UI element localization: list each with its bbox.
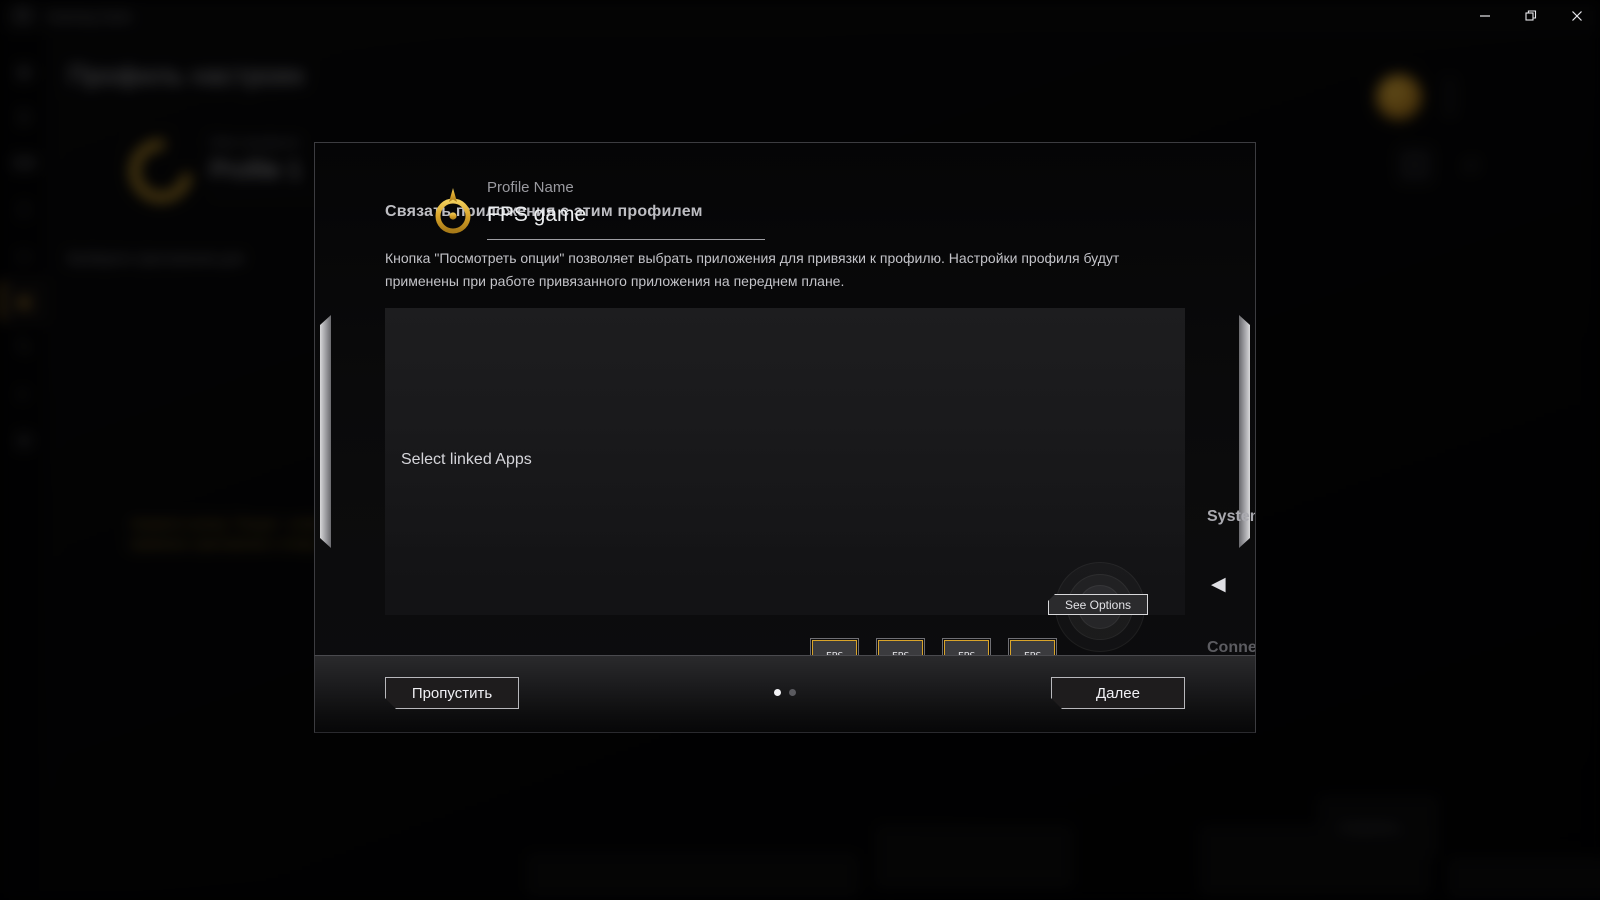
accent-bar-left	[320, 315, 331, 548]
modal-description: Кнопка "Посмотреть опции" позволяет выбр…	[385, 250, 1120, 289]
close-icon[interactable]	[1554, 0, 1600, 32]
modal-footer: Пропустить Далее	[314, 655, 1256, 733]
select-linked-apps-label: Select linked Apps	[401, 451, 532, 468]
pagination-dot-2[interactable]	[789, 689, 796, 696]
system-configuration-heading: System Configuration	[1207, 508, 1255, 525]
pagination-dot-1[interactable]	[774, 689, 781, 696]
restore-icon[interactable]	[1508, 0, 1554, 32]
system-config-prev-arrow-icon[interactable]: ◀	[1211, 575, 1226, 594]
profile-name-label: Profile Name	[487, 179, 574, 196]
profile-name-input[interactable]	[487, 203, 747, 227]
next-button[interactable]: Далее	[1051, 677, 1185, 709]
screen-root: Gaming Suite ▦ 🯅 ⌨ 🖱 ▭ ◆ ✎	[0, 0, 1600, 900]
link-apps-modal: Связать приложения с этим профилем Кнопк…	[314, 142, 1256, 733]
profile-emblem-icon	[427, 185, 479, 237]
profile-name-underline	[487, 239, 765, 240]
minimize-icon[interactable]	[1462, 0, 1508, 32]
window-controls	[1462, 0, 1600, 32]
see-options-button[interactable]: See Options	[1048, 594, 1148, 615]
